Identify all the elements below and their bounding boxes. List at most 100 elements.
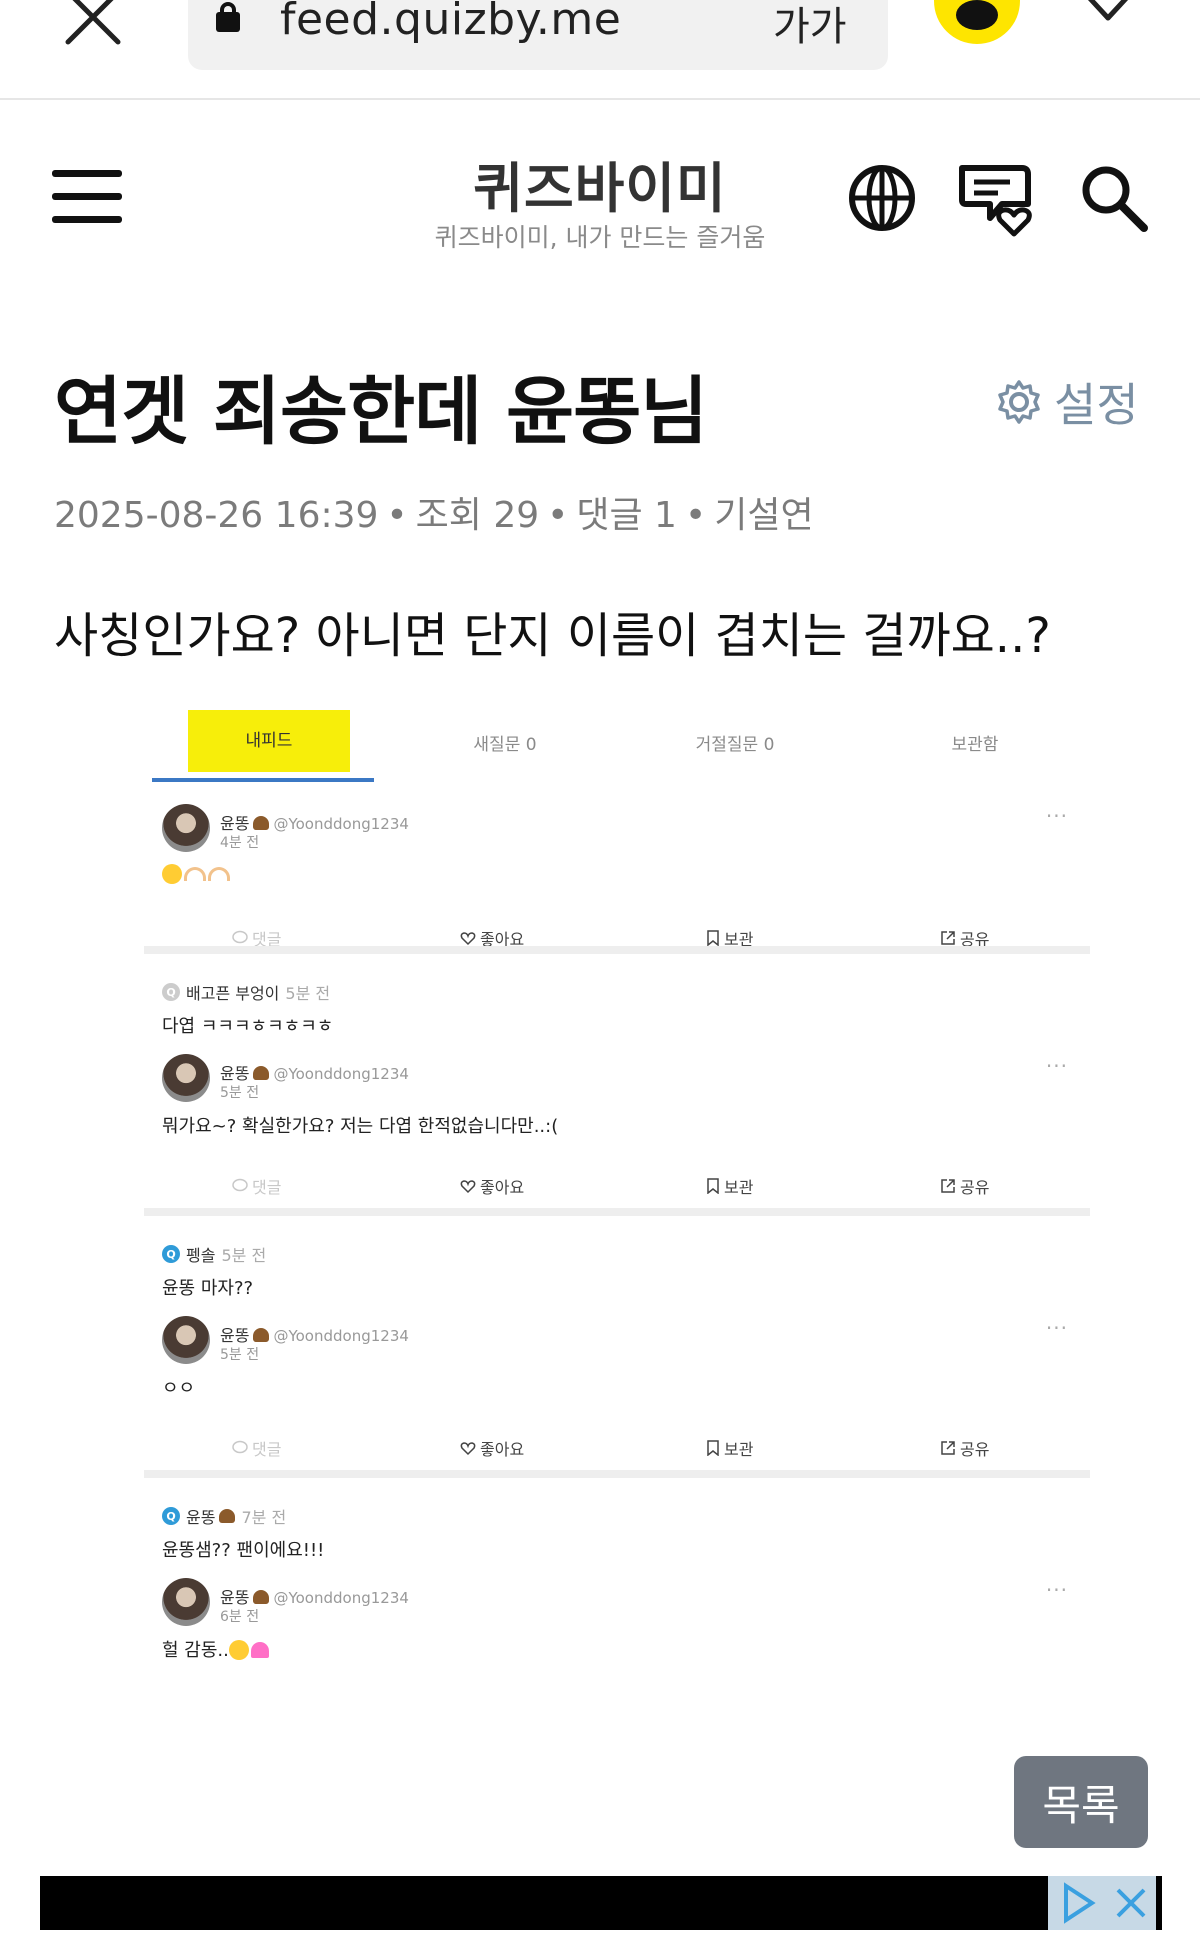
url-text: feed.quizby.me xyxy=(280,0,622,45)
item-separator xyxy=(144,1470,1090,1478)
author-handle: @Yoonddong1234 xyxy=(273,1589,409,1607)
action-bar: 댓글 좋아요 보관 공유 xyxy=(140,1174,1092,1204)
question-badge-icon: Q xyxy=(162,1507,180,1525)
settings-button[interactable]: 설정 xyxy=(996,372,1139,432)
avatar xyxy=(162,1316,210,1364)
feed-item: Q 배고픈 부엉이 5분 전 다엽 ㅋㅋㅋㅎㅋㅎㅋㅎ 윤똥 @Yoonddong123… xyxy=(140,962,1092,1222)
question-badge-icon: Q xyxy=(162,1245,180,1263)
question-time: 5분 전 xyxy=(221,1246,267,1265)
post-title: 연겟 죄송한데 윤똥님 xyxy=(54,369,708,455)
chat-bubble-icon xyxy=(956,0,998,30)
post-views: 조회 29 xyxy=(415,495,540,536)
poop-emoji-icon xyxy=(253,1590,270,1604)
action-bar: 댓글 좋아요 보관 공유 xyxy=(140,1436,1092,1466)
more-options-icon: ··· xyxy=(1045,804,1068,828)
question-text: 다엽 ㅋㅋㅋㅎㅋㅎㅋㅎ xyxy=(162,1016,334,1037)
bookmark-icon xyxy=(707,930,719,946)
tab-rejected-questions: 거절질문 0 xyxy=(695,735,775,755)
item-separator xyxy=(144,946,1090,954)
more-options-icon: ··· xyxy=(1045,1316,1068,1340)
answer-text: 뭐가요~? 확실한가요? 저는 다엽 한적없습니다만..:( xyxy=(162,1116,559,1137)
post-meta: 2025-08-26 16:39 • 조회 29 • 댓글 1 • 기설연 xyxy=(54,495,814,536)
post-author[interactable]: 기설연 xyxy=(714,495,813,536)
site-header: 퀴즈바이미 퀴즈바이미, 내가 만드는 즐거움 xyxy=(0,100,1200,300)
tab-new-questions: 새질문 0 xyxy=(473,735,537,755)
embedded-screenshot: 내피드 새질문 0 거절질문 0 보관함 윤똥 @Yoonddong1234 4분… xyxy=(140,700,1092,1680)
gear-icon xyxy=(998,380,1040,424)
post-comments-count[interactable]: 댓글 1 xyxy=(576,495,677,536)
close-icon[interactable] xyxy=(58,0,128,52)
ad-close-icon[interactable] xyxy=(1106,1876,1156,1930)
poop-emoji-icon xyxy=(253,1328,270,1342)
like-action: 좋아요 xyxy=(460,1436,524,1460)
avatar xyxy=(162,1578,210,1626)
font-size-button[interactable]: 가가 xyxy=(773,0,847,52)
question-time: 5분 전 xyxy=(285,984,331,1003)
heart-icon xyxy=(460,1442,476,1456)
comment-icon xyxy=(232,1178,248,1192)
question-text: 윤똥샘?? 팬이에요!!! xyxy=(162,1540,325,1561)
answer-time: 4분 전 xyxy=(220,835,260,851)
question-text: 윤똥 마자?? xyxy=(162,1278,254,1299)
bookmark-icon xyxy=(707,1178,719,1194)
pleading-face-emoji-icon xyxy=(162,864,182,884)
list-button[interactable]: 목록 xyxy=(1014,1756,1148,1848)
bookmark-icon xyxy=(707,1440,719,1456)
message-heart-icon[interactable] xyxy=(952,160,1032,237)
heart-icon xyxy=(460,932,476,946)
share-action: 공유 xyxy=(940,1436,989,1460)
pink-heart-emoji-icon xyxy=(250,1642,269,1658)
share-icon xyxy=(941,931,955,945)
tab-underline xyxy=(152,778,374,782)
author-name: 윤똥 xyxy=(220,814,250,833)
search-icon[interactable] xyxy=(1076,160,1152,236)
answer-text xyxy=(162,864,230,885)
author-handle: @Yoonddong1234 xyxy=(273,1065,409,1083)
answer-text-content: 헐 감동.. xyxy=(162,1640,229,1661)
post-date: 2025-08-26 16:39 xyxy=(54,495,379,536)
like-action: 좋아요 xyxy=(460,1174,524,1198)
answer-time: 6분 전 xyxy=(220,1609,260,1625)
comment-icon xyxy=(232,930,248,944)
author-name: 윤똥 xyxy=(220,1588,250,1607)
question-header: Q 펭솔 5분 전 xyxy=(162,1242,266,1266)
poop-emoji-icon xyxy=(253,816,270,830)
save-action: 보관 xyxy=(706,1174,753,1198)
author-handle: @Yoonddong1234 xyxy=(273,1327,409,1345)
anonymous-badge-icon: Q xyxy=(162,983,180,1001)
lock-icon xyxy=(216,2,240,32)
question-time: 7분 전 xyxy=(241,1508,287,1527)
tab-archive: 보관함 xyxy=(951,735,999,755)
author-handle: @Yoonddong1234 xyxy=(273,815,409,833)
feed-item: 윤똥 @Yoonddong1234 4분 전 ··· 댓글 좋아요 보관 공유 xyxy=(140,790,1092,990)
comment-icon xyxy=(232,1440,248,1454)
share-icon xyxy=(941,1441,955,1455)
comment-action: 댓글 xyxy=(232,1174,281,1198)
answer-text: ㅇㅇ xyxy=(162,1378,196,1399)
settings-label: 설정 xyxy=(1054,378,1139,432)
share-action: 공유 xyxy=(940,1174,989,1198)
avatar xyxy=(162,1054,210,1102)
tab-my-feed: 내피드 xyxy=(188,710,350,772)
chevron-down-icon[interactable] xyxy=(1078,0,1138,30)
answer-time: 5분 전 xyxy=(220,1347,260,1363)
share-icon xyxy=(941,1179,955,1193)
question-author: 배고픈 부엉이 xyxy=(186,984,280,1003)
ad-banner[interactable] xyxy=(40,1876,1162,1930)
feed-tabs: 내피드 새질문 0 거절질문 0 보관함 xyxy=(140,710,1092,782)
item-separator xyxy=(144,1208,1090,1216)
post-body-text: 사칭인가요? 아니면 단지 이름이 겹치는 걸까요..? xyxy=(54,608,1051,664)
author-name: 윤똥 xyxy=(220,1326,250,1345)
kakao-share-button[interactable] xyxy=(934,0,1020,44)
question-header: Q 윤똥 7분 전 xyxy=(162,1504,286,1528)
feed-item: Q 펭솔 5분 전 윤똥 마자?? 윤똥 @Yoonddong1234 5분 전 ··… xyxy=(140,1224,1092,1484)
author-name: 윤똥 xyxy=(220,1064,250,1083)
browser-toolbar: feed.quizby.me 가가 xyxy=(0,0,1200,100)
save-action: 보관 xyxy=(706,1436,753,1460)
poop-emoji-icon xyxy=(219,1509,236,1523)
answer-text: 헐 감동.. xyxy=(162,1636,269,1662)
more-options-icon: ··· xyxy=(1045,1578,1068,1602)
globe-icon[interactable] xyxy=(844,160,920,236)
adchoices-icon[interactable] xyxy=(1048,1876,1106,1930)
address-bar[interactable]: feed.quizby.me 가가 xyxy=(188,0,888,70)
